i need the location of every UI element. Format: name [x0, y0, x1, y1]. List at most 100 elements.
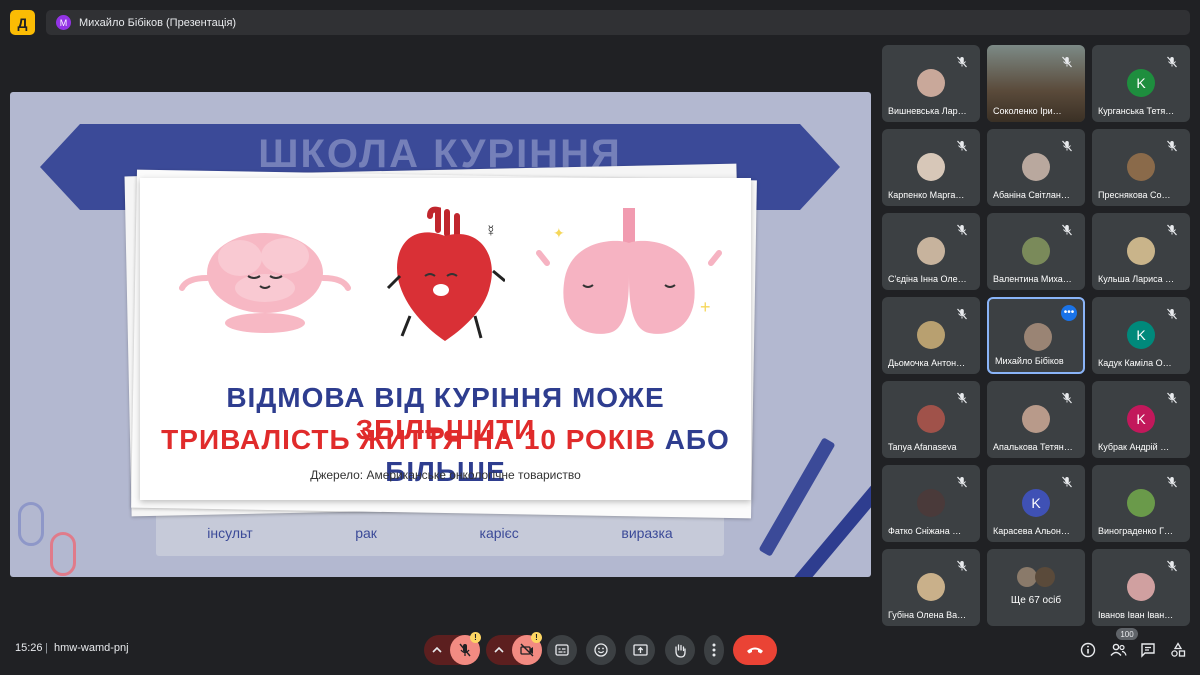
- participant-tile[interactable]: Соколенко Іри…: [987, 45, 1085, 122]
- present-button[interactable]: [625, 635, 655, 665]
- strip-word: виразка: [621, 525, 673, 541]
- mic-off-icon: [1166, 55, 1178, 68]
- participant-tile[interactable]: K Кубрак Андрій …: [1092, 381, 1190, 458]
- participant-name: Курганська Тетя…: [1098, 106, 1175, 116]
- participant-tile[interactable]: Фатко Сніжана …: [882, 465, 980, 542]
- participant-avatar: [1017, 567, 1037, 587]
- participant-name: Губіна Олена Ва…: [888, 610, 967, 620]
- footer-separator: |: [45, 642, 48, 654]
- mic-off-icon: [1166, 391, 1178, 404]
- meeting-details-button[interactable]: [1078, 640, 1098, 660]
- participant-avatar: K: [1127, 321, 1155, 349]
- brain-illustration: [179, 233, 351, 333]
- participant-name: Соколенко Іри…: [993, 106, 1062, 116]
- participant-tile[interactable]: Іванов Іван Іван…: [1092, 549, 1190, 626]
- strip-word: інсульт: [207, 525, 253, 541]
- camera-warning-badge: !: [531, 632, 542, 643]
- mic-off-icon: [1061, 475, 1073, 488]
- chat-icon: [1141, 643, 1155, 658]
- more-options-button[interactable]: [704, 635, 724, 665]
- participant-tile[interactable]: Карпенко Марга…: [882, 129, 980, 206]
- chevron-up-icon: [432, 646, 442, 653]
- participant-name: Михайло Бібіков: [995, 356, 1064, 366]
- participant-tile[interactable]: Tanya Afanaseva: [882, 381, 980, 458]
- mic-options-button[interactable]: [424, 635, 450, 665]
- mic-off-icon: [459, 643, 471, 657]
- participant-tile[interactable]: Преснякова Со…: [1092, 129, 1190, 206]
- participant-avatar: [1035, 567, 1055, 587]
- participant-tile[interactable]: Винограденко Г…: [1092, 465, 1190, 542]
- captions-button[interactable]: [547, 635, 577, 665]
- mic-off-icon: [1166, 139, 1178, 152]
- mic-warning-badge: !: [470, 632, 481, 643]
- present-screen-icon: [632, 643, 648, 656]
- mic-off-icon: [956, 223, 968, 236]
- presentation-label: Михайло Бібіков (Презентація): [79, 16, 237, 29]
- participant-name: Винограденко Г…: [1098, 526, 1173, 536]
- participant-name: Кубрак Андрій …: [1098, 442, 1170, 452]
- raise-hand-button[interactable]: [665, 635, 695, 665]
- participant-avatar: [917, 153, 945, 181]
- participant-tile[interactable]: С'єдіна Інна Оле…: [882, 213, 980, 290]
- svg-text:✦: ✦: [553, 225, 565, 241]
- leave-call-button[interactable]: [733, 635, 777, 665]
- mic-off-icon: [956, 559, 968, 572]
- banner-notch-right: [800, 124, 840, 210]
- svg-text:+: +: [700, 297, 711, 317]
- participant-avatar: [917, 405, 945, 433]
- participant-avatar: [1127, 489, 1155, 517]
- slide-source: Джерело: Американське онкологічне товари…: [310, 468, 581, 482]
- participant-avatar: [917, 69, 945, 97]
- participant-tile[interactable]: Ще 67 осіб: [987, 549, 1085, 626]
- reactions-button[interactable]: [586, 635, 616, 665]
- participant-tile[interactable]: Губіна Олена Ва…: [882, 549, 980, 626]
- paperclip-decoration: [18, 502, 44, 546]
- participant-tile[interactable]: Абаніна Світлан…: [987, 129, 1085, 206]
- mic-off-icon: [1061, 391, 1073, 404]
- camera-options-button[interactable]: [486, 635, 512, 665]
- participant-tile[interactable]: Дьомочка Антон…: [882, 297, 980, 374]
- banner-notch-left: [40, 124, 80, 210]
- activities-button[interactable]: [1168, 640, 1188, 660]
- more-horiz-icon[interactable]: •••: [1061, 305, 1077, 321]
- mic-off-icon: [956, 139, 968, 152]
- participant-name: Фатко Сніжана …: [888, 526, 962, 536]
- shapes-icon: [1171, 642, 1186, 657]
- people-button[interactable]: [1108, 640, 1128, 660]
- presentation-label-bar[interactable]: М Михайло Бібіков (Презентація): [46, 10, 1190, 35]
- mic-off-icon: [1061, 223, 1073, 236]
- info-icon: [1080, 642, 1096, 658]
- more-participants-label: Ще 67 осіб: [1010, 595, 1062, 606]
- call-end-icon: [747, 647, 763, 654]
- chat-button[interactable]: [1138, 640, 1158, 660]
- people-icon: [1110, 643, 1127, 656]
- clock: 15:26: [15, 642, 43, 654]
- app-logo-letter: Д: [17, 14, 28, 31]
- participant-name: Абаніна Світлан…: [993, 190, 1070, 200]
- pencil-decoration: [758, 437, 836, 557]
- participant-tile[interactable]: Апалькова Тетян…: [987, 381, 1085, 458]
- participant-avatar: [1022, 237, 1050, 265]
- emoji-icon: [594, 643, 608, 657]
- participant-avatar: [1024, 323, 1052, 351]
- participant-avatar: [1127, 153, 1155, 181]
- participant-tile[interactable]: Михайло Бібіков •••: [987, 297, 1085, 374]
- presenter-avatar: М: [56, 15, 71, 30]
- participant-tile[interactable]: K Карасева Альон…: [987, 465, 1085, 542]
- participant-tile[interactable]: Вишневська Лар…: [882, 45, 980, 122]
- participant-tile[interactable]: Кульша Лариса …: [1092, 213, 1190, 290]
- app-logo[interactable]: Д: [10, 10, 35, 35]
- participant-avatar: [1127, 237, 1155, 265]
- participant-tile[interactable]: K Кадук Каміла О…: [1092, 297, 1190, 374]
- participant-tile[interactable]: K Курганська Тетя…: [1092, 45, 1190, 122]
- participant-avatar: [917, 237, 945, 265]
- participant-avatar: [917, 321, 945, 349]
- participant-name: Дьомочка Антон…: [888, 358, 966, 368]
- participant-tile[interactable]: Валентина Миха…: [987, 213, 1085, 290]
- people-count-badge: 100: [1116, 628, 1138, 640]
- meet-window: Д М Михайло Бібіков (Презентація) ШКОЛА …: [0, 0, 1200, 675]
- meeting-code[interactable]: hmw-wamd-pnj: [54, 642, 129, 654]
- heart-illustration: ☿: [386, 206, 505, 341]
- paperclip-decoration: [50, 532, 76, 576]
- strip-word: карієс: [479, 525, 519, 541]
